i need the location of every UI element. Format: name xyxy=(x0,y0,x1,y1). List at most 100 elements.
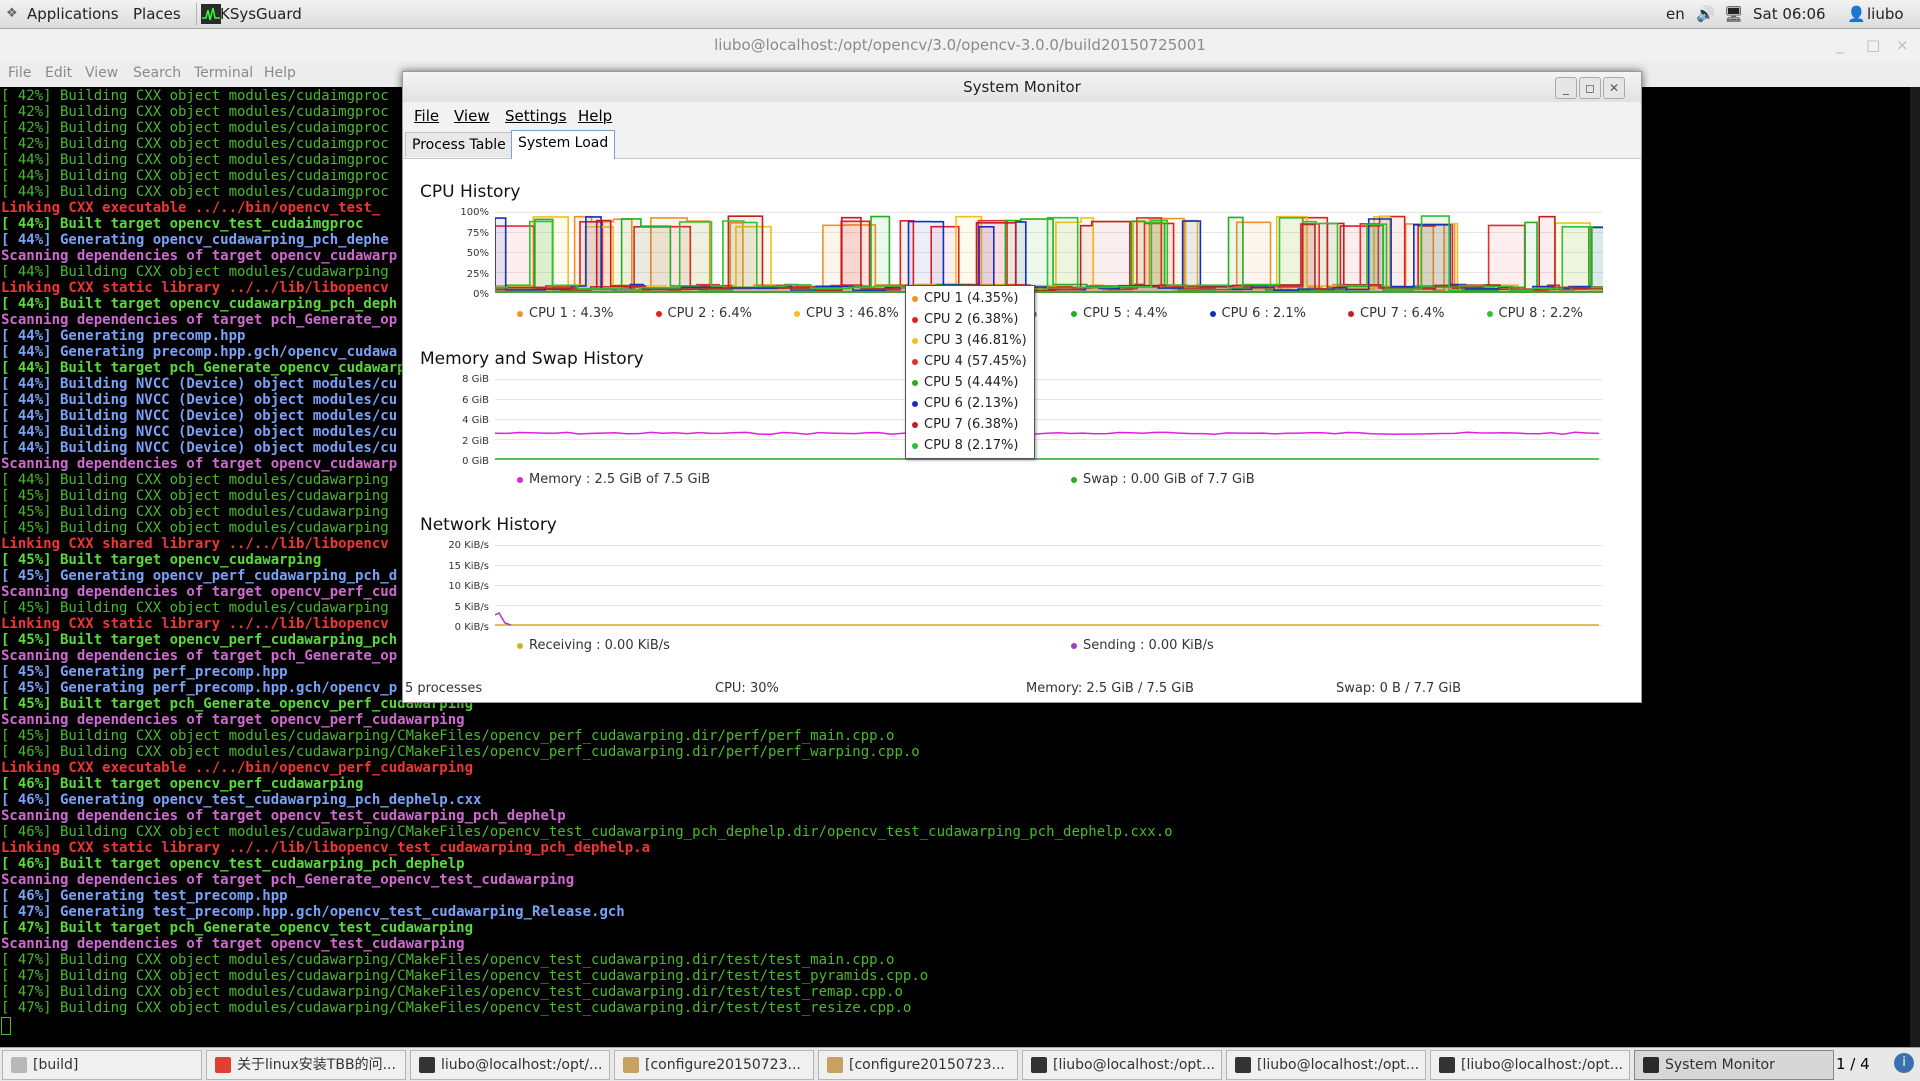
cpu-history-graph[interactable] xyxy=(495,212,1603,294)
terminal-line: [ 45%] Building CXX object modules/cudaw… xyxy=(1,728,895,744)
tooltip-item: CPU 4 (57.45%) xyxy=(912,351,1027,372)
notification-icon[interactable]: i xyxy=(1894,1053,1914,1073)
close-icon[interactable]: × xyxy=(1896,29,1909,61)
maximize-icon[interactable]: ◻ xyxy=(1579,77,1601,99)
legend-dot-icon xyxy=(517,310,523,317)
applications-menu[interactable]: Applications xyxy=(27,0,119,28)
tooltip-item: CPU 2 (6.38%) xyxy=(912,309,1018,330)
tooltip-dot-icon xyxy=(912,337,918,344)
cpu-axis-tick: 50% xyxy=(466,248,489,259)
user-menu[interactable]: liubo xyxy=(1867,0,1904,28)
terminal-line: Scanning dependencies of target opencv_p… xyxy=(1,584,398,600)
volume-icon[interactable]: 🔊 xyxy=(1696,0,1715,28)
legend-dot-icon xyxy=(517,476,523,483)
taskbar-item-label: [liubo@localhost:/opt... xyxy=(1257,1057,1420,1073)
close-icon[interactable]: ✕ xyxy=(1603,77,1625,99)
terminal-line: [ 45%] Building CXX object modules/cudaw… xyxy=(1,600,389,616)
editor-icon xyxy=(827,1057,843,1073)
menu-view[interactable]: View xyxy=(454,107,490,125)
terminal-line: [ 46%] Built target opencv_test_cudawarp… xyxy=(1,856,465,872)
taskbar-item[interactable]: 关于linux安装TBB的问... xyxy=(206,1050,406,1080)
terminal-menu-edit[interactable]: Edit xyxy=(45,65,72,81)
taskbar-item[interactable]: [liubo@localhost:/opt... xyxy=(1022,1050,1222,1080)
taskbar-item[interactable]: [configure20150723... xyxy=(614,1050,814,1080)
terminal-line: [ 47%] Building CXX object modules/cudaw… xyxy=(1,984,903,1000)
terminal-line: [ 47%] Built target pch_Generate_opencv_… xyxy=(1,920,474,936)
taskbar-item[interactable]: System Monitor xyxy=(1634,1050,1834,1080)
places-menu[interactable]: Places xyxy=(133,0,181,28)
menu-help[interactable]: Help xyxy=(578,107,612,125)
folder-icon xyxy=(11,1057,27,1073)
terminal-menu-help[interactable]: Help xyxy=(264,65,296,81)
taskbar-item[interactable]: liubo@localhost:/opt/... xyxy=(410,1050,610,1080)
workspace-switcher[interactable]: 1 / 4 xyxy=(1836,1055,1870,1073)
terminal-line: [ 46%] Building CXX object modules/cudaw… xyxy=(1,824,1173,840)
cpu-tooltip: CPU 1 (4.35%) CPU 2 (6.38%) CPU 3 (46.81%)… xyxy=(905,285,1035,459)
terminal-line: [ 47%] Building CXX object modules/cudaw… xyxy=(1,952,895,968)
cpu-history-title: CPU History xyxy=(420,182,521,202)
taskbar-item[interactable]: [build] xyxy=(2,1050,202,1080)
terminal-line: Scanning dependencies of target opencv_p… xyxy=(1,712,465,728)
tab-bar: Process Table System Load xyxy=(403,128,1641,159)
terminal-menu-search[interactable]: Search xyxy=(133,65,181,81)
network-history-graph[interactable] xyxy=(495,545,1603,627)
terminal-line: [ 45%] Building CXX object modules/cudaw… xyxy=(1,504,389,520)
foot-icon: ❖ xyxy=(6,6,18,21)
memory-axis-tick: 4 GiB xyxy=(462,415,489,426)
clock[interactable]: Sat 06:06 xyxy=(1753,0,1826,28)
legend-label: CPU 5 : 4.4% xyxy=(1083,306,1168,321)
network-icon[interactable]: 🖥 xyxy=(1724,0,1743,28)
terminal-line: Linking CXX shared library ../../lib/lib… xyxy=(1,536,389,552)
tooltip-item: CPU 6 (2.13%) xyxy=(912,393,1018,414)
cpu-legend-item: CPU 2 : 6.4% xyxy=(655,306,753,321)
legend-dot-icon xyxy=(1209,310,1216,317)
taskbar-item[interactable]: [liubo@localhost:/opt... xyxy=(1226,1050,1426,1080)
tooltip-label: CPU 3 (46.81%) xyxy=(924,333,1027,348)
terminal-line: [ 44%] Building NVCC (Device) object mod… xyxy=(1,424,398,440)
memory-axis-tick: 0 GiB xyxy=(462,456,489,467)
minimize-icon[interactable]: _ xyxy=(1836,29,1844,61)
taskbar-item-label: [configure20150723... xyxy=(849,1057,1005,1073)
legend-label: CPU 2 : 6.4% xyxy=(667,306,753,321)
terminal-line: Scanning dependencies of target opencv_c… xyxy=(1,248,398,264)
terminal-titlebar[interactable]: liubo@localhost:/opt/opencv/3.0/opencv-3… xyxy=(0,29,1920,61)
terminal-line: [ 46%] Generating opencv_test_cudawarpin… xyxy=(1,792,482,808)
menu-settings[interactable]: Settings xyxy=(505,107,567,125)
cpu-axis-tick: 25% xyxy=(466,268,489,280)
maximize-icon[interactable]: □ xyxy=(1866,29,1880,61)
legend-label: Sending : 0.00 KiB/s xyxy=(1083,638,1214,653)
terminal-line: [ 44%] Generating opencv_cudawarping_pch… xyxy=(1,232,389,248)
user-icon: 👤 xyxy=(1847,5,1866,23)
terminal-title: liubo@localhost:/opt/opencv/3.0/opencv-3… xyxy=(714,36,1206,54)
terminal-line: [ 44%] Building CXX object modules/cudai… xyxy=(1,152,389,168)
terminal-line: [ 47%] Generating test_precomp.hpp.gch/o… xyxy=(1,904,625,920)
memory-legend-item: Swap : 0.00 GiB of 7.7 GiB xyxy=(1071,472,1255,487)
terminal-line: [ 47%] Building CXX object modules/cudaw… xyxy=(1,1000,912,1016)
terminal-menu-file[interactable]: File xyxy=(8,65,31,81)
legend-dot-icon xyxy=(794,310,800,317)
terminal-line: [ 44%] Built target pch_Generate_opencv_… xyxy=(1,360,406,376)
system-monitor-titlebar[interactable]: System Monitor _ ◻ ✕ xyxy=(403,72,1641,102)
terminal-line: [ 45%] Generating perf_precomp.hpp xyxy=(1,664,288,680)
tooltip-dot-icon xyxy=(912,379,918,386)
keyboard-layout[interactable]: en xyxy=(1666,0,1685,28)
tab-system-load[interactable]: System Load xyxy=(511,130,616,159)
terminal-icon xyxy=(419,1057,435,1073)
terminal-scrollbar[interactable] xyxy=(1910,87,1920,1047)
legend-label: CPU 6 : 2.1% xyxy=(1221,306,1307,321)
taskbar: [build] 关于linux安装TBB的问... liubo@localhost:… xyxy=(0,1047,1920,1081)
status-memory: Memory: 2.5 GiB / 7.5 GiB xyxy=(1026,681,1194,696)
memory-history-graph[interactable] xyxy=(495,379,1603,461)
tab-process-table[interactable]: Process Table xyxy=(405,132,513,157)
tooltip-label: CPU 7 (6.38%) xyxy=(924,417,1019,432)
taskbar-item[interactable]: [configure20150723... xyxy=(818,1050,1018,1080)
terminal-line: [ 44%] Building CXX object modules/cudaw… xyxy=(1,264,389,280)
terminal-menu-terminal[interactable]: Terminal xyxy=(194,65,253,81)
menu-file[interactable]: File xyxy=(414,107,439,125)
tooltip-label: CPU 1 (4.35%) xyxy=(924,291,1019,306)
ksysguard-launcher[interactable]: KSysGuard xyxy=(220,0,302,28)
taskbar-item[interactable]: [liubo@localhost:/opt... xyxy=(1430,1050,1630,1080)
terminal-line: Scanning dependencies of target pch_Gene… xyxy=(1,312,398,328)
minimize-icon[interactable]: _ xyxy=(1555,77,1577,99)
terminal-menu-view[interactable]: View xyxy=(85,65,118,81)
